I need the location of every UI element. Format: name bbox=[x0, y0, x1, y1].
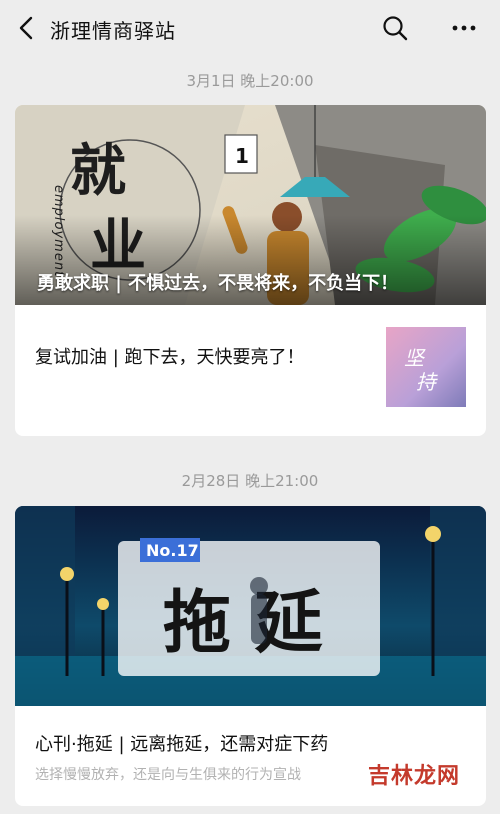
main-article-title: 勇敢求职 | 不惧过去，不畏将来，不负当下！ bbox=[37, 273, 399, 294]
top-nav-bar: 浙理情商驿站 bbox=[0, 0, 500, 56]
sub-article-title: 复试加油 | 跑下去，天快要亮了！ bbox=[35, 347, 305, 368]
cover-big-char: 拖 延 bbox=[163, 584, 323, 663]
cover-image: No.17 拖 延 bbox=[15, 506, 486, 706]
account-title: 浙理情商驿站 bbox=[50, 19, 176, 43]
article-card: 就 业 employment 1 勇敢求职 | 不惧过去，不畏将来，不负当下！ … bbox=[15, 105, 486, 436]
watermark: 吉林龙网 bbox=[367, 764, 460, 789]
thumb-text: 持 bbox=[416, 370, 438, 394]
main-article[interactable]: 就 业 employment 1 勇敢求职 | 不惧过去，不畏将来，不负当下！ bbox=[15, 105, 486, 305]
search-button[interactable] bbox=[381, 14, 409, 42]
main-article[interactable]: No.17 拖 延 bbox=[15, 506, 486, 706]
search-icon bbox=[383, 16, 408, 41]
article-card: No.17 拖 延 心刊·拖延 | 远离拖延，还需对症下药 选择慢慢放弃，还是向… bbox=[15, 506, 486, 806]
sub-article-thumbnail: 坚 持 bbox=[386, 327, 466, 407]
message-timestamp: 3月1日 晚上20:00 bbox=[186, 72, 314, 90]
message-timestamp: 2月28日 晚上21:00 bbox=[181, 472, 319, 490]
cover-issue: No.17 bbox=[146, 541, 199, 560]
chevron-left-icon bbox=[19, 16, 33, 40]
more-horizontal-icon bbox=[452, 25, 476, 31]
back-button[interactable] bbox=[14, 14, 38, 42]
main-article-description: 选择慢慢放弃，还是向与生俱来的行为宣战 bbox=[35, 767, 301, 783]
sub-article[interactable]: 复试加油 | 跑下去，天快要亮了！ 坚 持 bbox=[15, 305, 486, 436]
more-button[interactable] bbox=[450, 14, 478, 42]
main-article-title: 心刊·拖延 | 远离拖延，还需对症下药 bbox=[35, 734, 329, 755]
thumb-text: 坚 bbox=[404, 346, 426, 370]
